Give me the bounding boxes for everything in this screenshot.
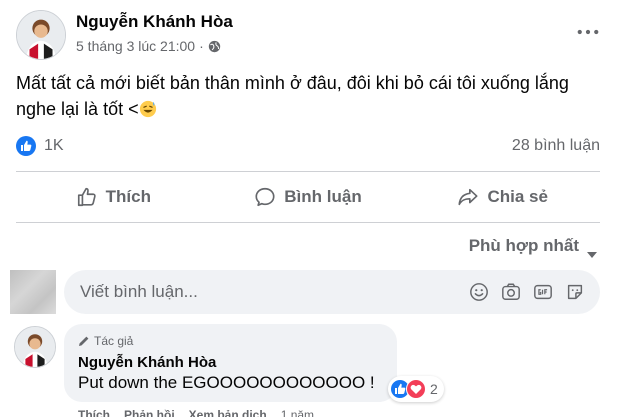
meta-separator: · [199, 38, 204, 54]
divider [16, 222, 600, 223]
comment-input-placeholder[interactable]: Viết bình luận... [80, 282, 468, 302]
comment-input-tools [468, 281, 586, 303]
comment-author-name[interactable]: Nguyễn Khánh Hòa [78, 354, 383, 371]
comment-author-avatar[interactable] [14, 326, 56, 368]
like-button[interactable]: Thích [16, 174, 211, 220]
post-meta: 5 tháng 3 lúc 21:00 · [76, 38, 221, 54]
current-user-avatar[interactable] [10, 270, 56, 314]
post-stats: 1K 28 bình luận [16, 134, 600, 158]
gif-icon[interactable] [532, 281, 554, 303]
comment-actions: Thích Phản hồi Xem bản dịch 1 năm [78, 408, 314, 417]
post-actions: Thích Bình luận Chia sẻ [16, 174, 600, 220]
comment-reply-link[interactable]: Phản hồi [124, 408, 175, 417]
post-text: Mất tất cả mới biết bản thân mình ở đâu,… [16, 70, 606, 122]
comment-text: Put down the EGOOOOOOOOOOOO ! [78, 373, 375, 392]
like-reaction-icon [16, 136, 36, 156]
comment-bubble-icon [255, 187, 275, 207]
comment-input[interactable]: Viết bình luận... [64, 270, 600, 314]
grinning-sweat-emoji-icon [139, 99, 157, 118]
post-body: Mất tất cả mới biết bản thân mình ở đâu,… [16, 73, 569, 119]
comment-label: Bình luận [284, 187, 362, 206]
sticker-icon[interactable] [564, 281, 586, 303]
pen-icon [78, 335, 90, 347]
caret-down-icon [587, 243, 597, 258]
emoji-picker-icon[interactable] [468, 281, 490, 303]
reaction-summary[interactable]: 1K [16, 136, 64, 156]
comment-bubble: Tác giả Nguyễn Khánh Hòa Put down the EG… [64, 324, 397, 402]
comment-time[interactable]: 1 năm [281, 408, 314, 417]
comment-reactions[interactable]: 2 [388, 376, 444, 402]
share-arrow-icon [458, 188, 478, 206]
globe-icon[interactable] [208, 40, 221, 53]
divider [16, 171, 600, 172]
author-avatar[interactable] [16, 10, 66, 60]
comment-button[interactable]: Bình luận [211, 174, 406, 220]
post-author-name[interactable]: Nguyễn Khánh Hòa [76, 12, 233, 32]
post-header: Nguyễn Khánh Hòa 5 tháng 3 lúc 21:00 · [16, 8, 606, 60]
share-button[interactable]: Chia sẻ [405, 174, 600, 220]
comment-reaction-count: 2 [430, 381, 438, 397]
post-timestamp[interactable]: 5 tháng 3 lúc 21:00 [76, 38, 195, 54]
more-options-icon[interactable] [574, 22, 602, 42]
author-badge: Tác giả [78, 332, 383, 350]
author-badge-label: Tác giả [94, 334, 134, 348]
camera-icon[interactable] [500, 281, 522, 303]
like-count: 1K [44, 137, 64, 154]
thumbs-up-icon [77, 187, 96, 207]
like-label: Thích [105, 187, 151, 206]
comment-count[interactable]: 28 bình luận [512, 137, 600, 155]
comment-translate-link[interactable]: Xem bản dịch [189, 408, 267, 417]
comment-like-link[interactable]: Thích [78, 408, 110, 417]
sort-label: Phù hợp nhất [468, 236, 579, 255]
share-label: Chia sẻ [487, 187, 548, 206]
love-reaction-icon [406, 379, 426, 399]
comment-sort-dropdown[interactable]: Phù hợp nhất [468, 236, 597, 258]
